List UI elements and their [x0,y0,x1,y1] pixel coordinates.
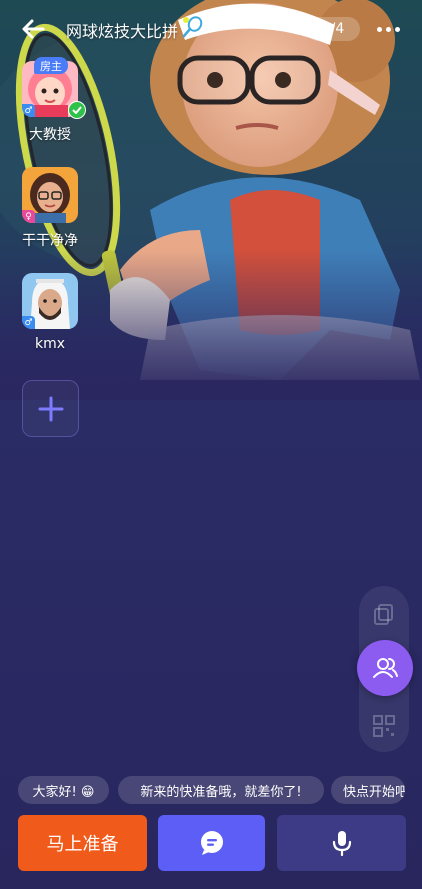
male-icon: ♂ [22,316,35,329]
room-title: 网球炫技大比拼 [66,22,179,41]
qr-code-icon[interactable] [372,714,396,738]
player-slot[interactable]: ♂ 房主 大教授 [10,57,90,144]
members-icon [373,658,398,678]
female-icon: ♀ [22,210,35,223]
tennis-racket-emoji-icon [182,16,204,38]
player-avatar: ♂ [22,273,78,329]
back-button[interactable] [18,14,48,44]
members-button[interactable] [357,640,413,696]
microphone-icon [332,831,351,857]
quick-message-chip[interactable]: 新来的快准备哦，就差你了! [118,776,324,804]
host-badge: 房主 [34,57,68,74]
more-options-button[interactable] [372,17,404,41]
ready-button[interactable]: 马上准备 [18,815,147,871]
arrow-left-icon [22,19,45,39]
player-name: kmx [34,336,66,352]
plus-icon [38,396,63,421]
player-slot[interactable]: ♀ 干干净净 [10,167,90,250]
quick-message-bar: 大家好! 😁 新来的快准备哦，就差你了! 快点开始吧 [0,776,422,806]
player-name: 大教授 [29,127,71,143]
quick-message-chip[interactable]: 大家好! 😁 [18,776,109,804]
player-count-badge: 3/4 [306,17,360,41]
player-slot[interactable]: ♂ kmx [10,273,90,352]
quick-message-chip[interactable]: 快点开始吧 [331,776,405,804]
header-bar: 网球炫技大比拼 3/4 [0,0,422,58]
microphone-button[interactable] [277,815,406,871]
player-name: 干干净净 [22,233,78,249]
chat-bubble-icon [200,831,223,855]
chat-button[interactable] [158,815,265,871]
copy-icon[interactable] [372,602,396,626]
ready-check-icon [68,101,86,119]
action-bar: 马上准备 [0,815,422,873]
add-player-button[interactable] [22,380,79,437]
ellipsis-icon [376,26,382,32]
player-avatar: ♀ [22,167,78,223]
male-icon: ♂ [22,104,35,117]
